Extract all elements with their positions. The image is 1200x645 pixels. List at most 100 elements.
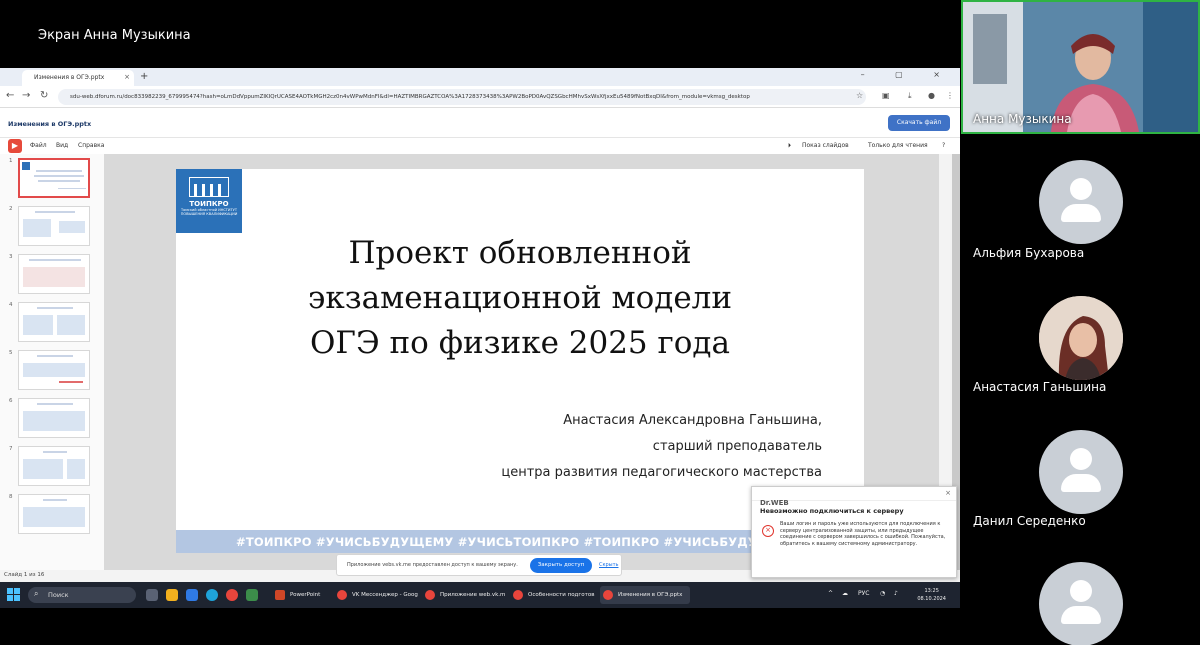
screen-share-banner: Приложение vebs.vk.me предоставлен досту… [336, 554, 622, 576]
avatar-icon [1039, 430, 1123, 514]
participant-tile-speaker[interactable]: Анна Музыкина [961, 0, 1200, 134]
presentation-app-icon: ▶ [8, 139, 22, 153]
thumb-number: 4 [9, 302, 13, 308]
thumb-number: 3 [9, 254, 13, 260]
slide-thumbnail[interactable] [18, 254, 90, 294]
doc-header: Изменения в ОГЭ.pptx Скачать файл [0, 108, 960, 138]
participant-tile[interactable]: Альфия Бухарова [961, 136, 1200, 264]
more-menu-icon[interactable]: ⋮ [946, 91, 954, 100]
menu-help[interactable]: Справка [78, 142, 104, 149]
taskbar-app-vk[interactable]: VK Мессенджер - Goog [334, 586, 418, 604]
slide-counter: Слайд 1 из 16 [4, 572, 45, 578]
viewer-menubar: ▶ Файл Вид Справка ⏵ Показ слайдов Тольк… [0, 138, 960, 154]
thumb-number: 2 [9, 206, 13, 212]
tab-title: Изменения в ОГЭ.pptx [34, 74, 105, 81]
thumb-number: 7 [9, 446, 13, 452]
drweb-header: Dr.WEB [752, 487, 956, 507]
slide-thumbnail[interactable] [18, 206, 90, 246]
slide-thumbnail[interactable] [18, 350, 90, 390]
extensions-icon[interactable]: ▣ [882, 91, 890, 100]
shared-screen[interactable]: Изменения в ОГЭ.pptx × + – ▢ × ← → ↻ sdu… [0, 68, 960, 608]
slideshow-icon[interactable]: ⏵ [788, 142, 791, 150]
participant-tile[interactable]: Данил Середенко [961, 400, 1200, 530]
clock-time: 13:25 [924, 588, 939, 594]
taskbar-app-label: VK Мессенджер - Goog [352, 592, 418, 598]
volume-icon[interactable]: ♪ [894, 590, 898, 597]
edge-icon[interactable] [206, 589, 218, 601]
url-input[interactable]: sdu-web.dforum.ru/doc833982239_679995474… [58, 89, 866, 105]
download-file-button[interactable]: Скачать файл [888, 115, 950, 131]
mail-icon[interactable] [186, 589, 198, 601]
browser-tabbar: Изменения в ОГЭ.pptx × + – ▢ × [0, 68, 960, 86]
slide-title-line: Проект обновленной [348, 235, 692, 271]
slide-thumbnail[interactable] [18, 398, 90, 438]
taskbar-search[interactable]: ⌕ Поиск [28, 587, 136, 603]
taskbar-app-label: Изменения в ОГЭ.pptx [618, 592, 683, 598]
search-placeholder: Поиск [48, 591, 69, 599]
slideshow-button[interactable]: Показ слайдов [802, 142, 849, 149]
taskbar-app-powerpoint[interactable]: PowerPoint [272, 586, 334, 604]
app-icon[interactable] [246, 589, 258, 601]
slide-thumbnails: 1 2 3 4 5 6 7 8 [0, 154, 104, 570]
tray-cloud-icon[interactable]: ☁ [842, 590, 848, 597]
slide-thumbnail[interactable] [18, 494, 90, 534]
chrome-icon[interactable] [226, 589, 238, 601]
participant-name: Альфия Бухарова [973, 246, 1085, 260]
author-name: Анастасия Александровна Ганьшина, [563, 413, 822, 428]
bookmark-star-icon[interactable]: ☆ [856, 91, 863, 100]
back-arrow-icon[interactable]: ← [6, 90, 14, 101]
new-tab-icon[interactable]: + [140, 71, 148, 82]
thumb-number: 1 [9, 158, 13, 164]
windows-start-icon[interactable] [7, 588, 21, 602]
network-icon[interactable]: ◔ [880, 590, 885, 597]
document-name: Изменения в ОГЭ.pptx [8, 120, 92, 128]
tray-chevron-icon[interactable]: ^ [828, 590, 833, 597]
reload-icon[interactable]: ↻ [40, 90, 48, 101]
video-call-window: Экран Анна Музыкина Изменения в ОГЭ.pptx… [0, 0, 1200, 645]
slide-title-line: ОГЭ по физике 2025 года [310, 325, 730, 361]
file-explorer-icon[interactable] [166, 589, 178, 601]
taskbar-app-pptx[interactable]: Изменения в ОГЭ.pptx [600, 586, 690, 604]
author-department: центра развития педагогического мастерст… [501, 465, 822, 480]
windows-taskbar: ⌕ Поиск PowerPoint VK Мессенджер - Goog … [0, 582, 960, 608]
close-icon[interactable]: × [945, 489, 951, 497]
browser-tab[interactable]: Изменения в ОГЭ.pptx × [22, 70, 134, 86]
slide-thumbnail[interactable] [18, 446, 90, 486]
slide-title: Проект обновленной экзаменационной модел… [256, 231, 784, 366]
drweb-notification: Dr.WEB × Невозможно подключиться к серве… [751, 486, 957, 578]
thumb-number: 5 [9, 350, 13, 356]
input-language[interactable]: РУС [858, 590, 869, 597]
thumb-number: 6 [9, 398, 13, 404]
avatar-icon [1039, 562, 1123, 645]
participant-name: Анна Музыкина [973, 112, 1072, 126]
taskbar-app-label: Особенности подготов [528, 592, 595, 598]
participant-name: Анастасия Ганьшина [973, 380, 1107, 394]
taskbar-app-label: Приложение web.vk.m [440, 592, 506, 598]
clock-date: 08.10.2024 [917, 596, 946, 602]
search-icon: ⌕ [34, 589, 39, 598]
window-controls[interactable]: – ▢ × [861, 70, 954, 79]
readonly-label: Только для чтения [868, 142, 928, 149]
menu-file[interactable]: Файл [30, 142, 47, 149]
participant-tile[interactable] [961, 532, 1200, 645]
building-icon [189, 177, 229, 197]
slide-title-line: экзаменационной модели [307, 280, 733, 316]
help-icon[interactable]: ? [942, 142, 945, 149]
participant-name: Данил Середенко [973, 514, 1086, 528]
taskbar-app-webvk[interactable]: Приложение web.vk.m [422, 586, 506, 604]
taskbar-clock[interactable]: 13:25 08.10.2024 [917, 587, 946, 603]
forward-arrow-icon[interactable]: → [22, 90, 30, 101]
participant-tile[interactable]: Анастасия Ганьшина [961, 266, 1200, 398]
drweb-brand: Dr.WEB [760, 499, 789, 507]
hide-banner-link[interactable]: Скрыть [599, 562, 619, 568]
task-view-icon[interactable] [146, 589, 158, 601]
menu-view[interactable]: Вид [56, 142, 68, 149]
download-icon[interactable]: ⤓ [908, 91, 912, 101]
avatar [1039, 296, 1123, 380]
stop-sharing-button[interactable]: Закрыть доступ [530, 558, 592, 573]
taskbar-app-features[interactable]: Особенности подготов [510, 586, 596, 604]
slide-thumbnail[interactable] [18, 158, 90, 198]
profile-icon[interactable]: ● [928, 91, 935, 100]
close-tab-icon[interactable]: × [124, 73, 130, 81]
slide-thumbnail[interactable] [18, 302, 90, 342]
